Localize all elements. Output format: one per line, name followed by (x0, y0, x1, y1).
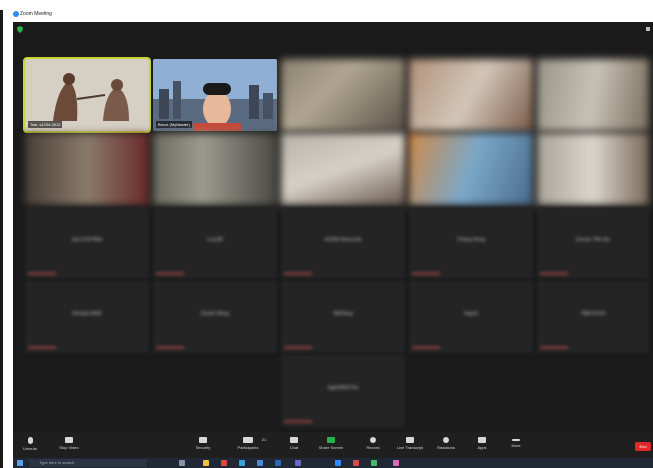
windows-taskbar: Type here to search (13, 458, 653, 468)
participant-tile-14[interactable]: Emma 79N Siu (537, 207, 649, 279)
participant-name: 9800ang (333, 311, 353, 317)
apps-icon (478, 437, 486, 443)
file-explorer-icon[interactable] (203, 460, 209, 466)
meeting-toolbar: Unmute Stop Video Security Participants … (13, 432, 653, 458)
participant-tile-15[interactable]: Rossita 8400 (25, 281, 149, 353)
chrome-icon[interactable] (221, 460, 227, 466)
participant-tile-11[interactable]: Lucy90 (153, 207, 277, 279)
zoom-logo-icon (13, 11, 19, 17)
participant-tile-6[interactable] (153, 133, 277, 205)
mute-indicator (540, 346, 568, 349)
apps-button[interactable]: Apps (473, 432, 491, 458)
record-icon (370, 437, 376, 443)
video-camera-icon (65, 437, 73, 443)
window-titlebar: Zoom Meeting (0, 0, 653, 22)
stop-video-button[interactable]: Stop Video (55, 432, 83, 458)
mute-indicator (156, 346, 184, 349)
participant-name: 4100A Interscale (324, 237, 362, 243)
mute-indicator (28, 272, 56, 275)
mute-indicator (284, 346, 312, 349)
security-button[interactable]: Security (191, 432, 215, 458)
app-icon[interactable] (353, 460, 359, 466)
participant-tile-4[interactable] (537, 59, 649, 131)
mute-indicator (156, 272, 184, 275)
left-edge (0, 10, 3, 468)
mute-indicator (284, 272, 312, 275)
participant-tile-8[interactable] (409, 133, 533, 205)
mute-indicator (412, 272, 440, 275)
participants-count: 21 (261, 437, 267, 442)
participant-tile-3[interactable] (409, 59, 533, 131)
participant-name: spa 51974Wu (71, 237, 103, 243)
participant-name: Tsai, s1234-0012 (28, 121, 63, 128)
more-dots-icon (512, 439, 520, 441)
app-icon[interactable] (371, 460, 377, 466)
microphone-icon (27, 437, 33, 444)
shield-icon (199, 437, 207, 443)
participant-tile-2[interactable] (281, 59, 405, 131)
mute-indicator (412, 346, 440, 349)
mute-indicator (284, 420, 312, 423)
participant-tile-1[interactable]: Bruce (MyMaster) (153, 59, 277, 131)
participant-tile-18[interactable]: Sagmi (409, 281, 533, 353)
participant-tile-7[interactable] (281, 133, 405, 205)
participant-tile-13[interactable]: Chang Hong (409, 207, 533, 279)
participant-tile-17[interactable]: 9800ang (281, 281, 405, 353)
participant-name: Iggle0830 Kiu (327, 385, 359, 391)
store-icon[interactable] (257, 460, 263, 466)
mute-indicator (540, 272, 568, 275)
chat-bubble-icon (290, 437, 298, 443)
meeting-area: Tsai, s1234-0012 Bruce (MyMaster) spa 51… (13, 22, 653, 432)
reactions-button[interactable]: Reactions (433, 432, 459, 458)
participant-name: Lucy90 (206, 237, 224, 243)
participant-tile-10[interactable]: spa 51974Wu (25, 207, 149, 279)
participant-name: Emma 79N Siu (576, 237, 610, 243)
more-button[interactable]: More (507, 432, 525, 458)
mail-icon[interactable] (275, 460, 281, 466)
participant-name: Bruce (MyMaster) (156, 121, 192, 128)
end-button[interactable]: End (635, 442, 651, 451)
participant-tile-5[interactable] (25, 133, 149, 205)
share-screen-button[interactable]: Share Screen (317, 432, 345, 458)
shield-icon[interactable] (17, 26, 23, 33)
zoom-taskbar-icon[interactable] (335, 460, 341, 466)
maximize-icon[interactable] (646, 27, 650, 31)
participant-tile-0[interactable]: Tsai, s1234-0012 (23, 57, 151, 133)
app-icon[interactable] (295, 460, 301, 466)
participant-tile-20[interactable]: Iggle0830 Kiu (281, 355, 405, 427)
participant-tile-9[interactable] (537, 133, 649, 205)
participant-name: 788ChiTeH (580, 311, 606, 317)
record-button[interactable]: Record (363, 432, 383, 458)
task-view-icon[interactable] (179, 460, 185, 466)
participant-name: Rossita 8400 (72, 311, 102, 317)
taskbar-search[interactable]: Type here to search (29, 459, 147, 467)
emoji-icon (443, 437, 449, 443)
participant-name: Chang Hong (456, 237, 486, 243)
window-title: Zoom Meeting (20, 11, 52, 17)
share-screen-icon (327, 437, 335, 443)
unmute-button[interactable]: Unmute (19, 432, 41, 458)
captions-icon (406, 437, 414, 443)
windows-start-icon[interactable] (17, 460, 23, 466)
participant-name: Daniel Wang (200, 311, 230, 317)
participant-tile-19[interactable]: 788ChiTeH (537, 281, 649, 353)
mute-indicator (28, 346, 56, 349)
app-icon[interactable] (393, 460, 399, 466)
participant-tile-16[interactable]: Daniel Wang (153, 281, 277, 353)
live-transcript-button[interactable]: Live Transcript (391, 432, 429, 458)
edge-icon[interactable] (239, 460, 245, 466)
chat-button[interactable]: Chat (285, 432, 303, 458)
participant-tile-12[interactable]: 4100A Interscale (281, 207, 405, 279)
participant-name: Sagmi (463, 311, 479, 317)
people-icon (243, 437, 253, 443)
